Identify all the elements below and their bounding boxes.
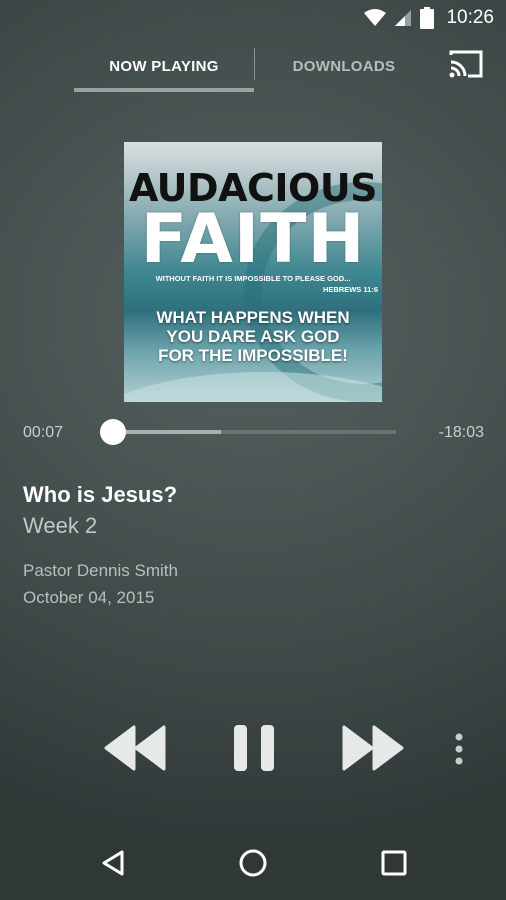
track-subtitle: Week 2 <box>23 513 98 538</box>
wifi-icon <box>364 9 387 27</box>
pause-button[interactable] <box>222 722 286 778</box>
album-art-tagline: WHAT HAPPENS WHEN YOU DARE ASK GOD FOR T… <box>124 308 382 365</box>
system-nav-bar <box>0 830 506 900</box>
cast-icon <box>448 49 484 84</box>
nav-recents-button[interactable] <box>369 842 419 888</box>
time-remaining: -18:03 <box>438 424 484 441</box>
recents-icon <box>381 850 407 881</box>
tab-active-indicator <box>74 88 254 92</box>
more-options-button[interactable] <box>446 728 472 774</box>
rewind-button[interactable] <box>100 722 172 778</box>
album-art-verse-ref: HEBREWS 11:6 <box>322 285 378 294</box>
track-speaker: Pastor Dennis Smith <box>23 561 178 580</box>
nav-back-button[interactable] <box>88 842 138 888</box>
track-title: Who is Jesus? <box>23 482 178 507</box>
album-art-title-line2: FAITH <box>140 200 366 279</box>
tab-downloads[interactable]: DOWNLOADS <box>256 42 432 90</box>
time-elapsed: 00:07 <box>23 424 64 441</box>
tab-divider <box>254 48 255 80</box>
rewind-icon <box>104 725 168 776</box>
tab-now-playing[interactable]: NOW PLAYING <box>74 42 254 90</box>
seek-thumb[interactable] <box>100 419 126 445</box>
status-bar: 10:26 <box>0 0 506 36</box>
album-art-verse: WITHOUT FAITH IT IS IMPOSSIBLE TO PLEASE… <box>155 274 351 283</box>
album-art-tagline-line3: FOR THE IMPOSSIBLE! <box>158 346 348 365</box>
album-art-tagline-line2: YOU DARE ASK GOD <box>166 327 340 346</box>
album-art: AUDACIOUS FAITH WITHOUT FAITH IT IS IMPO… <box>124 142 382 402</box>
nav-home-button[interactable] <box>228 842 278 888</box>
tab-bar: NOW PLAYING DOWNLOADS <box>0 42 506 94</box>
fast-forward-button[interactable] <box>336 722 408 778</box>
home-icon <box>238 848 268 883</box>
signal-icon <box>394 9 412 27</box>
track-date: October 04, 2015 <box>23 588 155 607</box>
seek-bar[interactable] <box>113 430 396 434</box>
status-time: 10:26 <box>446 7 494 28</box>
cast-button[interactable] <box>446 48 486 84</box>
back-icon <box>100 849 126 882</box>
seek-buffer <box>113 430 221 434</box>
pause-icon <box>232 723 276 778</box>
battery-icon <box>420 7 435 29</box>
album-art-tagline-line1: WHAT HAPPENS WHEN <box>156 308 350 327</box>
fast-forward-icon <box>340 725 404 776</box>
more-vert-icon <box>454 732 464 771</box>
